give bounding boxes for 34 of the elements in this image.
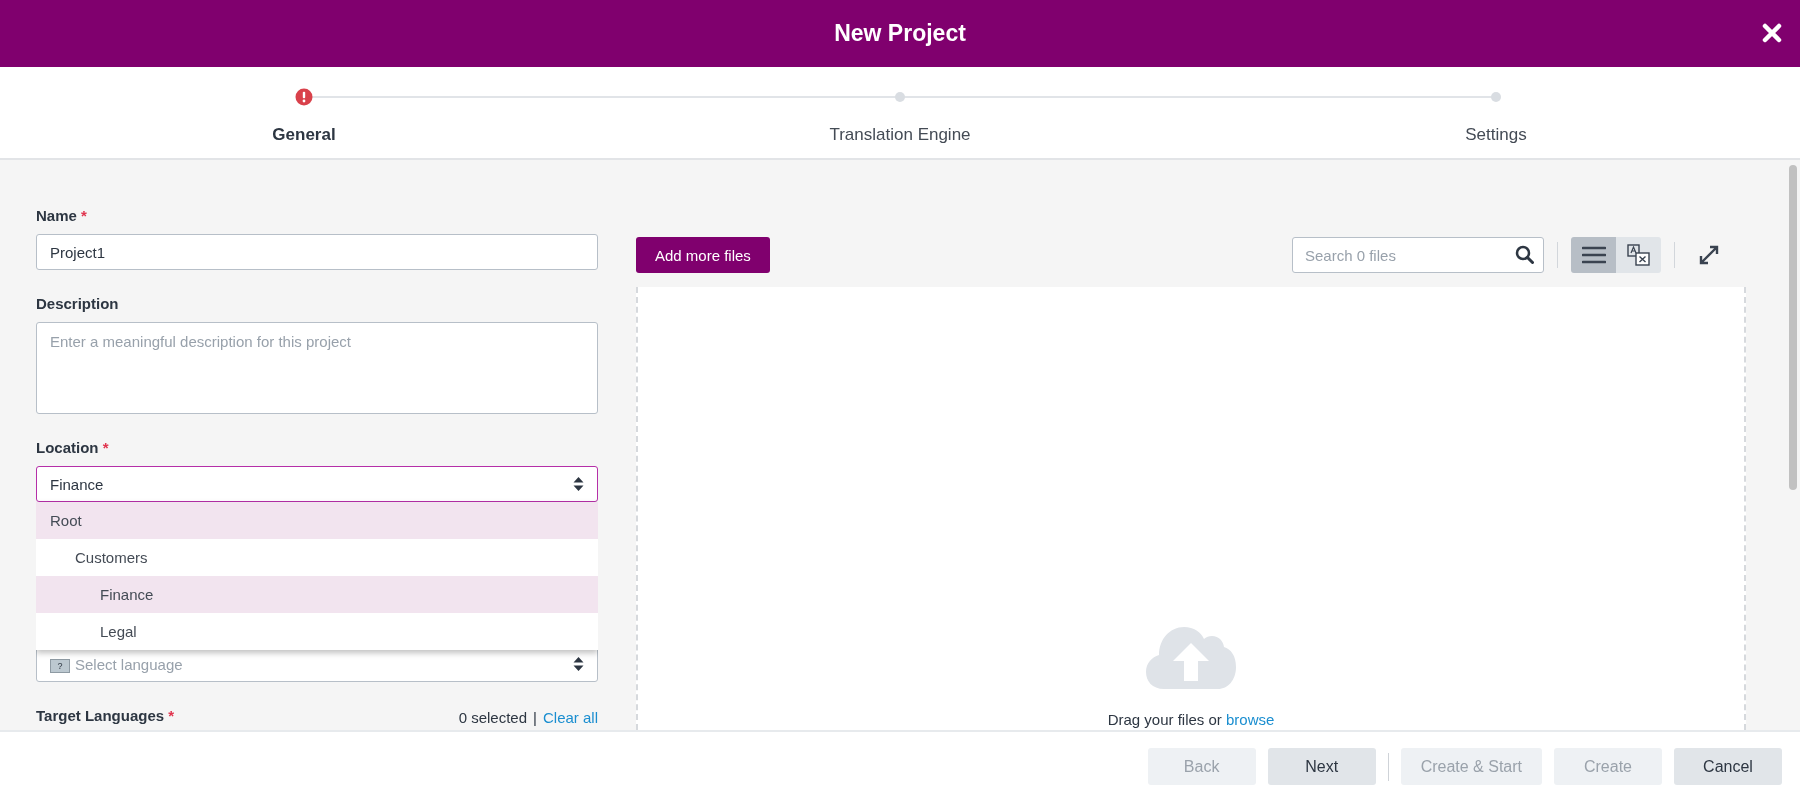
- dropdown-option[interactable]: Root: [36, 502, 598, 539]
- cloud-upload-icon: [1146, 625, 1236, 691]
- field-label: Target Languages *: [36, 706, 175, 726]
- drop-hint: Drag your files or browse: [1107, 711, 1275, 728]
- flag-icon: ?: [50, 658, 70, 673]
- field-label: Description: [36, 294, 120, 314]
- search-icon: [1515, 245, 1534, 264]
- separator-text: |: [533, 709, 537, 726]
- description-field[interactable]: Enter a meaningful description for this project: [36, 322, 598, 414]
- drop-zone[interactable]: Drag your files or browse: [636, 287, 1746, 730]
- list-view-button[interactable]: [1571, 237, 1616, 273]
- dropdown-option[interactable]: Customers: [36, 539, 598, 576]
- translation-view-button[interactable]: [1616, 237, 1661, 273]
- window-title: New Project: [834, 20, 966, 47]
- translate-icon: [1626, 244, 1651, 266]
- sort-arrows-icon: [573, 656, 584, 672]
- step-tab[interactable]: Settings: [1465, 125, 1527, 145]
- expand-icon[interactable]: [1698, 244, 1720, 266]
- selected-count: 0 selected: [458, 709, 528, 726]
- name-field[interactable]: Project1: [36, 234, 598, 270]
- location-dropdown[interactable]: Finance: [36, 466, 598, 502]
- field-label: Location *: [36, 438, 110, 458]
- footer-button[interactable]: Cancel: [1674, 748, 1782, 785]
- close-icon[interactable]: [1762, 23, 1782, 43]
- sort-arrows-icon: [573, 476, 584, 492]
- browse-link[interactable]: browse: [1226, 711, 1275, 728]
- dropdown-option[interactable]: Finance: [36, 576, 598, 613]
- menu-icon: [1581, 246, 1606, 264]
- footer-button[interactable]: Next: [1267, 748, 1376, 785]
- add-files-button[interactable]: Add more files: [636, 237, 770, 273]
- step-tab[interactable]: General: [272, 125, 336, 145]
- field-label: Name *: [36, 206, 88, 226]
- search-field[interactable]: Search 0 files: [1292, 237, 1544, 273]
- step-tab[interactable]: Translation Engine: [829, 125, 971, 145]
